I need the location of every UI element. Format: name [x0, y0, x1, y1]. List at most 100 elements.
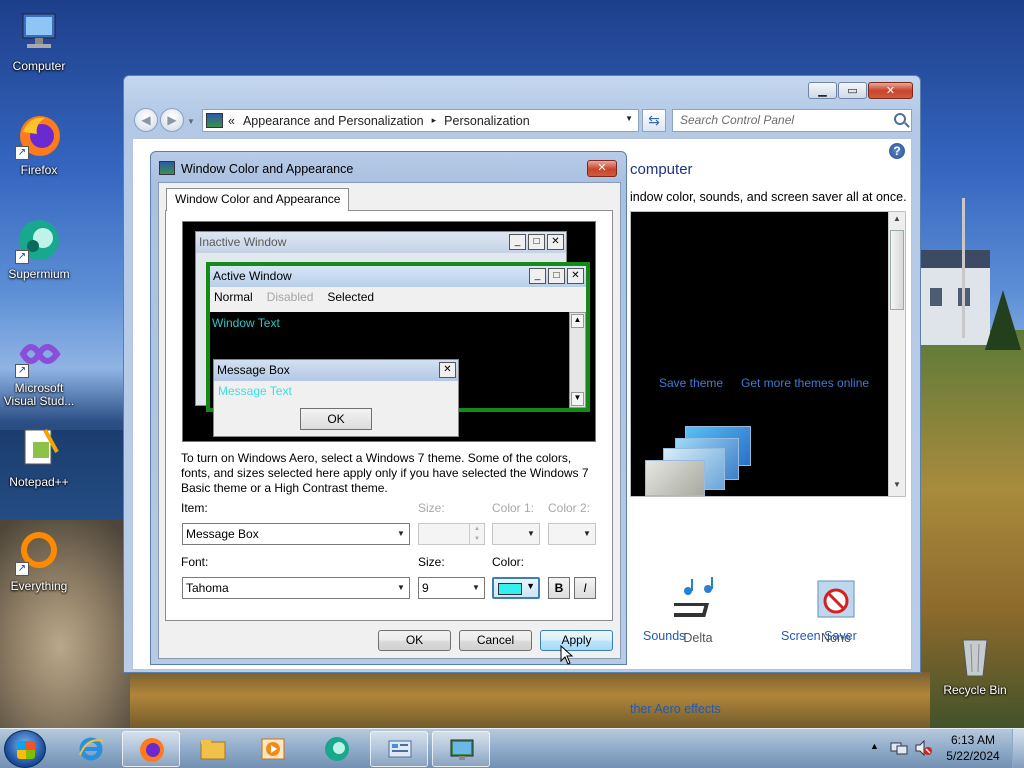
- color2-picker[interactable]: ▼: [548, 523, 596, 545]
- page-description: indow color, sounds, and screen saver al…: [630, 190, 907, 204]
- show-hidden-icons-chevron-icon[interactable]: ▲: [870, 741, 879, 751]
- wallpaper-tree: [985, 290, 1021, 350]
- desktop-icon-firefox[interactable]: ↗ Firefox: [0, 112, 78, 177]
- sounds-label[interactable]: Sounds: [643, 629, 685, 643]
- volume-muted-icon[interactable]: [914, 740, 932, 756]
- maximize-button[interactable]: ▭: [838, 82, 867, 99]
- maximize-icon: □: [528, 234, 545, 250]
- font-color-picker[interactable]: ▼: [492, 577, 540, 599]
- close-icon: ✕: [439, 362, 456, 378]
- aero-effects-link[interactable]: ther Aero effects: [630, 702, 721, 716]
- minimize-icon: _: [529, 268, 546, 284]
- item-select[interactable]: Message Box ▼: [182, 523, 410, 545]
- italic-toggle[interactable]: I: [574, 577, 596, 599]
- address-dropdown-icon[interactable]: ▼: [625, 114, 633, 123]
- desktop-icon-supermium[interactable]: ↗ Supermium: [0, 216, 78, 281]
- breadcrumb-personalization[interactable]: Personalization: [444, 114, 529, 128]
- message-box-preview[interactable]: Message Box ✕ Message Text OK: [213, 359, 459, 437]
- menu-selected[interactable]: Selected: [327, 287, 374, 307]
- show-desktop-button[interactable]: [1012, 729, 1024, 768]
- message-box-title: Message Box: [214, 360, 458, 381]
- media-player-icon: [261, 738, 285, 760]
- tab-window-color-and-appearance[interactable]: Window Color and Appearance: [166, 188, 350, 211]
- taskbar-firefox[interactable]: [122, 731, 180, 767]
- breadcrumb-separator-icon[interactable]: ▸: [432, 115, 437, 126]
- scroll-down-icon[interactable]: ▼: [891, 480, 903, 494]
- search-input[interactable]: Search Control Panel: [672, 109, 912, 132]
- breadcrumb-appearance[interactable]: Appearance and Personalization: [243, 114, 424, 128]
- taskbar-media-player[interactable]: [244, 731, 302, 767]
- taskbar: ▲ 6:13 AM 5/22/2024: [0, 728, 1024, 768]
- menu-disabled[interactable]: Disabled: [267, 287, 314, 307]
- search-icon[interactable]: [894, 113, 906, 125]
- color1-picker[interactable]: ▼: [492, 523, 540, 545]
- item-size-spinner[interactable]: ▲ ▼: [418, 523, 485, 545]
- back-button[interactable]: ◀: [134, 108, 158, 132]
- apply-button[interactable]: Apply: [540, 630, 613, 651]
- screen-saver-label[interactable]: Screen Saver: [781, 629, 857, 643]
- desktop-icon-computer[interactable]: Computer: [0, 8, 78, 73]
- taskbar-control-panel[interactable]: [370, 731, 428, 767]
- get-more-themes-link[interactable]: Get more themes online: [741, 376, 869, 390]
- bold-toggle[interactable]: B: [548, 577, 570, 599]
- desktop-icon-label: Microsoft Visual Stud...: [3, 381, 75, 408]
- font-value: Tahoma: [186, 581, 229, 595]
- display-settings-icon: [450, 739, 474, 760]
- taskbar-supermium[interactable]: [308, 731, 366, 767]
- close-icon: ✕: [547, 234, 564, 250]
- desktop-icon-visual-studio[interactable]: ↗ Microsoft Visual Stud...: [0, 330, 78, 408]
- wallpaper-flagpole: [962, 198, 965, 338]
- desktop-icon-recycle-bin[interactable]: Recycle Bin: [936, 632, 1014, 697]
- minimize-button[interactable]: ▁: [808, 82, 837, 99]
- network-icon[interactable]: [890, 740, 908, 756]
- preview-scrollbar[interactable]: ▲ ▼: [569, 312, 586, 408]
- font-size-select[interactable]: 9 ▼: [418, 577, 485, 599]
- message-box-ok-button[interactable]: OK: [300, 408, 372, 430]
- chevron-down-icon: ▼: [472, 583, 480, 592]
- clock-date: 5/22/2024: [946, 749, 1000, 763]
- chevron-down-icon: ▼: [397, 529, 405, 538]
- desktop-icon-everything[interactable]: ↗ Everything: [0, 528, 78, 593]
- taskbar-personalization[interactable]: [432, 731, 490, 767]
- wallpaper-house: [920, 250, 990, 345]
- help-icon[interactable]: ?: [889, 143, 905, 159]
- system-clock[interactable]: 6:13 AM 5/22/2024: [940, 732, 1006, 764]
- dialog-close-button[interactable]: ✕: [587, 160, 617, 177]
- screen-saver-setting[interactable]: Screen Saver None: [781, 577, 891, 645]
- refresh-icon: ⇆: [648, 112, 660, 128]
- computer-icon: [15, 8, 63, 56]
- taskbar-file-explorer[interactable]: [184, 731, 242, 767]
- sounds-setting[interactable]: Sounds Delta: [643, 577, 753, 645]
- cancel-button[interactable]: Cancel: [459, 630, 532, 651]
- search-placeholder: Search Control Panel: [680, 113, 795, 127]
- shortcut-arrow-icon: ↗: [15, 250, 29, 264]
- theme-list[interactable]: Save theme Get more themes online ▲ ▼: [630, 211, 906, 497]
- sounds-icon: [667, 577, 722, 625]
- scrollbar-thumb[interactable]: [890, 230, 904, 310]
- back-arrow-icon: ◀: [141, 113, 151, 127]
- internet-explorer-icon: [79, 737, 104, 761]
- font-select[interactable]: Tahoma ▼: [182, 577, 410, 599]
- save-theme-link[interactable]: Save theme: [659, 376, 723, 390]
- forward-button[interactable]: ▶: [160, 108, 184, 132]
- address-bar[interactable]: « Appearance and Personalization ▸ Perso…: [202, 109, 639, 132]
- start-button[interactable]: [4, 730, 46, 768]
- taskbar-internet-explorer[interactable]: [62, 731, 120, 767]
- chevron-down-icon: ▼: [397, 583, 405, 592]
- desktop-icon-notepad-plus-plus[interactable]: Notepad++: [0, 424, 78, 489]
- theme-thumbnail[interactable]: [645, 426, 775, 496]
- close-button[interactable]: ✕: [868, 82, 913, 99]
- refresh-button[interactable]: ⇆: [642, 109, 666, 132]
- chevron-down-icon: ▼: [527, 529, 535, 538]
- menu-normal[interactable]: Normal: [214, 287, 253, 307]
- dialog-body: Window Color and Appearance Inactive Win…: [158, 182, 621, 665]
- scroll-up-icon[interactable]: ▲: [891, 214, 903, 228]
- ok-button[interactable]: OK: [378, 630, 451, 651]
- firefox-icon: [140, 738, 164, 762]
- recent-pages-chevron-icon[interactable]: ▼: [187, 117, 195, 126]
- font-size-value: 9: [422, 581, 429, 595]
- theme-list-scrollbar[interactable]: ▲ ▼: [888, 212, 905, 496]
- appearance-preview[interactable]: Inactive Window _ □ ✕ Active Window _ □ …: [182, 221, 596, 442]
- mouse-cursor-icon: [560, 645, 574, 665]
- chevron-down-icon: ▼: [583, 529, 591, 538]
